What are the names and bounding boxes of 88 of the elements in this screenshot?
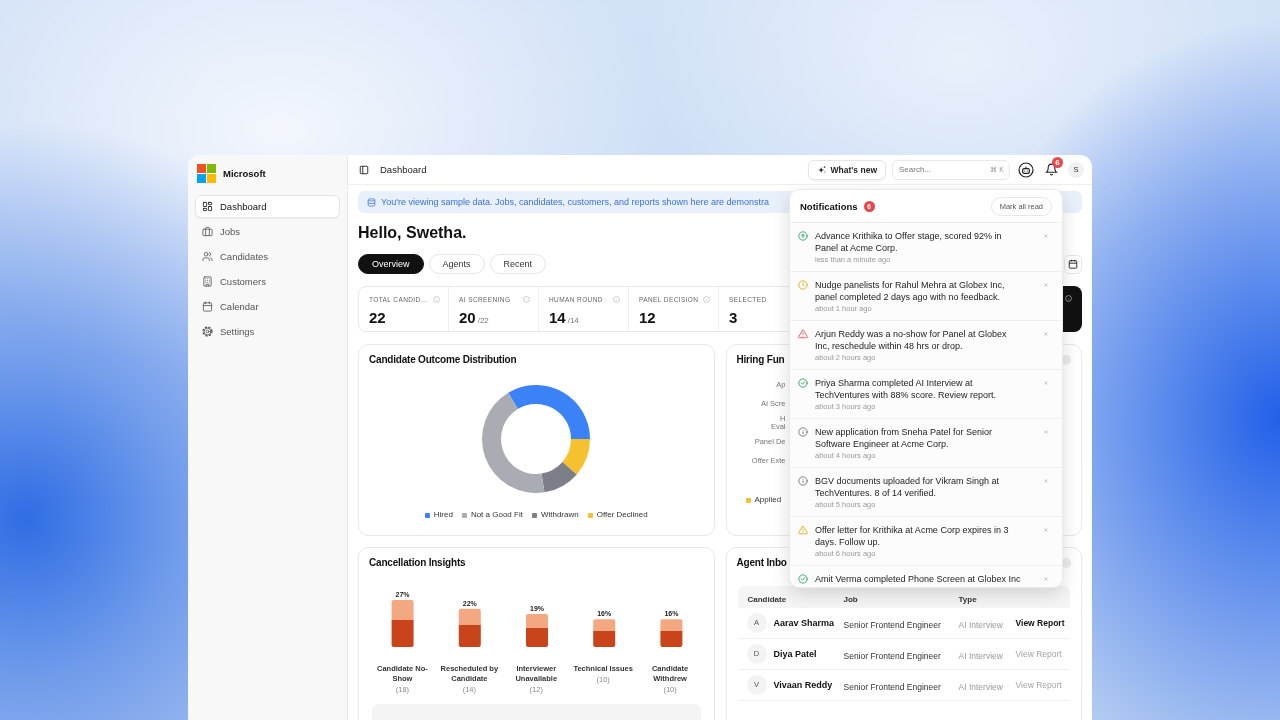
type-cell: AI Interview <box>958 620 1003 630</box>
candidate-name: Aarav Sharma <box>773 618 835 628</box>
grid-icon <box>202 201 213 212</box>
brand-name: Microsoft <box>223 168 266 179</box>
arrow-up-circle-icon <box>798 231 808 241</box>
four-square-logo <box>197 164 216 183</box>
card-title: Hiring Fun <box>736 353 785 366</box>
greeting: Hello, Swetha. <box>358 223 467 243</box>
cancellation-bar <box>593 619 616 647</box>
notification-badge: 6 <box>1052 157 1063 168</box>
legend-label: Offer Declined <box>596 510 648 520</box>
calendar-icon <box>1068 259 1078 269</box>
briefcase-icon <box>202 226 213 237</box>
sidebar-item[interactable]: Settings <box>195 320 340 343</box>
calendar-icon <box>202 301 213 312</box>
settings-icon <box>202 326 213 337</box>
stat-value: 12 <box>639 309 656 326</box>
stat-value: 22 <box>369 309 386 326</box>
robot-icon[interactable] <box>1018 161 1034 178</box>
legend-label: Applied <box>754 495 782 505</box>
building-icon <box>202 276 213 287</box>
cancellation-bar <box>526 613 548 647</box>
sidebar-item[interactable]: Jobs <box>195 220 340 243</box>
check-circle-icon <box>798 574 808 584</box>
notification-text: New application from Sneha Patel for Senior Software Engineer at Acme Corp. <box>815 426 994 450</box>
stat-value: 14 <box>549 309 566 326</box>
sidebar-toggle-icon[interactable] <box>359 164 369 175</box>
close-icon[interactable] <box>1043 331 1049 337</box>
close-icon[interactable] <box>1043 576 1049 582</box>
type-cell: AI Interview <box>958 682 1003 692</box>
candidate-name: Vivaan Reddy <box>773 680 833 690</box>
tab[interactable]: Agents <box>428 254 485 274</box>
close-icon[interactable] <box>1043 478 1049 484</box>
sidebar-item[interactable]: Customers <box>195 270 340 293</box>
clock-icon <box>798 280 808 290</box>
notification-text: Advance Krithika to Offer stage, scored 92% in Panel at Acme Corp. <box>815 230 1003 254</box>
close-icon[interactable] <box>1043 429 1049 435</box>
view-report-link[interactable]: View Report <box>1015 618 1065 628</box>
job-cell: Senior Frontend Engineer <box>843 620 941 630</box>
stat-value: 3 <box>729 309 738 326</box>
stat-value: 20 <box>459 309 476 326</box>
calendar-button[interactable] <box>1064 254 1082 274</box>
type-cell: AI Interview <box>958 651 1003 661</box>
card-title: Agent Inbo <box>736 556 787 569</box>
sidebar-item[interactable]: Candidates <box>195 245 340 268</box>
info-icon <box>798 476 808 486</box>
legend-label: Not a Good Fit <box>470 510 523 520</box>
cancellation-bar <box>391 600 414 647</box>
notification-text: Offer letter for Krithika at Acme Corp expires in 3 days. Follow up. <box>815 524 1010 548</box>
candidate-name: Diya Patel <box>773 649 817 659</box>
cancellation-bar <box>458 608 481 647</box>
sidebar-item[interactable]: Dashboard <box>195 195 340 218</box>
people-icon <box>202 251 213 262</box>
column-header: Candidate <box>747 595 787 604</box>
stat-total: /14 <box>567 316 579 325</box>
close-icon[interactable] <box>1043 233 1049 239</box>
card-title: Candidate Outcome Distribution <box>369 353 517 366</box>
close-icon[interactable] <box>1043 282 1049 288</box>
notification-text: Priya Sharma completed AI Interview at TechVentures with 88% score. Review report. <box>815 377 998 401</box>
warning-triangle-icon <box>798 329 808 339</box>
column-header: Type <box>958 595 977 604</box>
cancellation-bar <box>660 619 683 647</box>
panel-title: Notifications <box>800 200 858 212</box>
job-cell: Senior Frontend Engineer <box>843 651 941 661</box>
close-icon[interactable] <box>1043 527 1049 533</box>
close-icon[interactable] <box>1043 380 1049 386</box>
notification-text: Arjun Reddy was a no-show for Panel at Globex Inc, reschedule within 48 hrs or drop. <box>815 328 1008 352</box>
notification-text: Amit Verma completed Phone Screen at Globex Inc <box>815 573 1021 585</box>
notification-text: Nudge panelists for Rahul Mehra at Globex Inc, panel completed 2 days ago with no feedback. <box>815 279 1006 303</box>
sidebar-item[interactable]: Calendar <box>195 295 340 318</box>
tab[interactable]: Overview <box>358 254 424 274</box>
stat-total: /22 <box>477 316 489 325</box>
bell-icon[interactable] <box>1045 163 1058 176</box>
warning-triangle-icon <box>798 525 808 535</box>
card-title: Cancellation Insights <box>369 556 466 569</box>
database-icon <box>367 197 376 207</box>
notification-text: BGV documents uploaded for Vikram Singh at TechVentures. 8 of 14 verified. <box>815 475 1000 499</box>
legend-label: Hired <box>433 510 453 520</box>
info-icon <box>798 427 808 437</box>
check-circle-icon <box>798 378 808 388</box>
column-header: Job <box>843 595 858 604</box>
legend-label: Withdrawn <box>540 510 579 520</box>
page-title: Dashboard <box>380 164 427 175</box>
tab[interactable]: Recent <box>489 254 547 274</box>
info-icon <box>1065 295 1072 302</box>
job-cell: Senior Frontend Engineer <box>843 682 941 692</box>
banner-text: You're viewing sample data. Jobs, candidates, customers, and reports shown here are demonstra <box>381 197 770 207</box>
whats-new-button[interactable]: What's new <box>807 159 886 180</box>
